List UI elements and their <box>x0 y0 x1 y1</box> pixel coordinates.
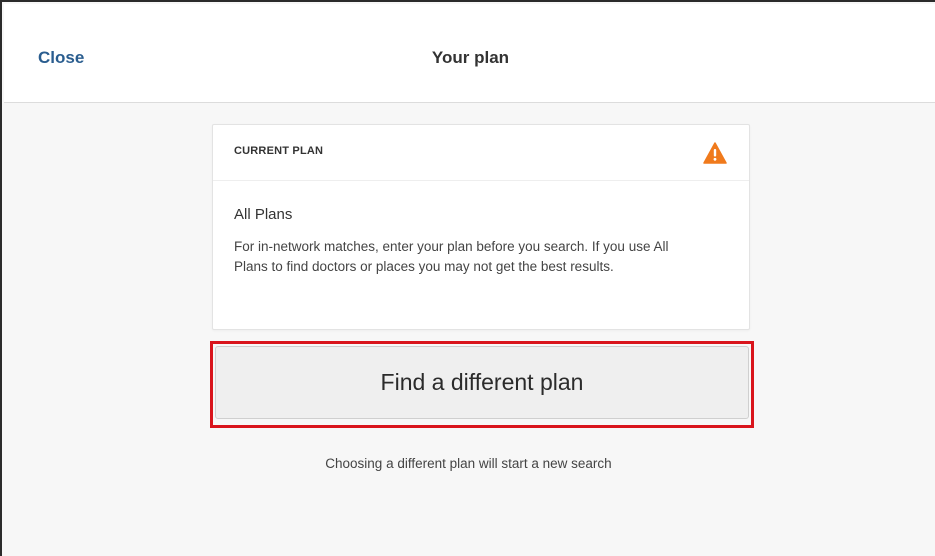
warning-triangle-icon <box>703 142 727 164</box>
current-plan-card: CURRENT PLAN All Plans For in-network ma… <box>212 124 750 330</box>
new-search-note: Choosing a different plan will start a n… <box>325 456 612 471</box>
plan-name: All Plans <box>234 206 293 223</box>
find-different-plan-button[interactable]: Find a different plan <box>215 346 749 419</box>
current-plan-label: CURRENT PLAN <box>234 145 324 157</box>
card-header: CURRENT PLAN <box>213 125 749 181</box>
page-title: Your plan <box>431 48 510 67</box>
plan-description: For in-network matches, enter your plan … <box>234 239 669 274</box>
modal-header: Close Your plan <box>4 4 935 103</box>
modal-frame: Close Your plan CURRENT PLAN All Plans F… <box>0 0 935 556</box>
